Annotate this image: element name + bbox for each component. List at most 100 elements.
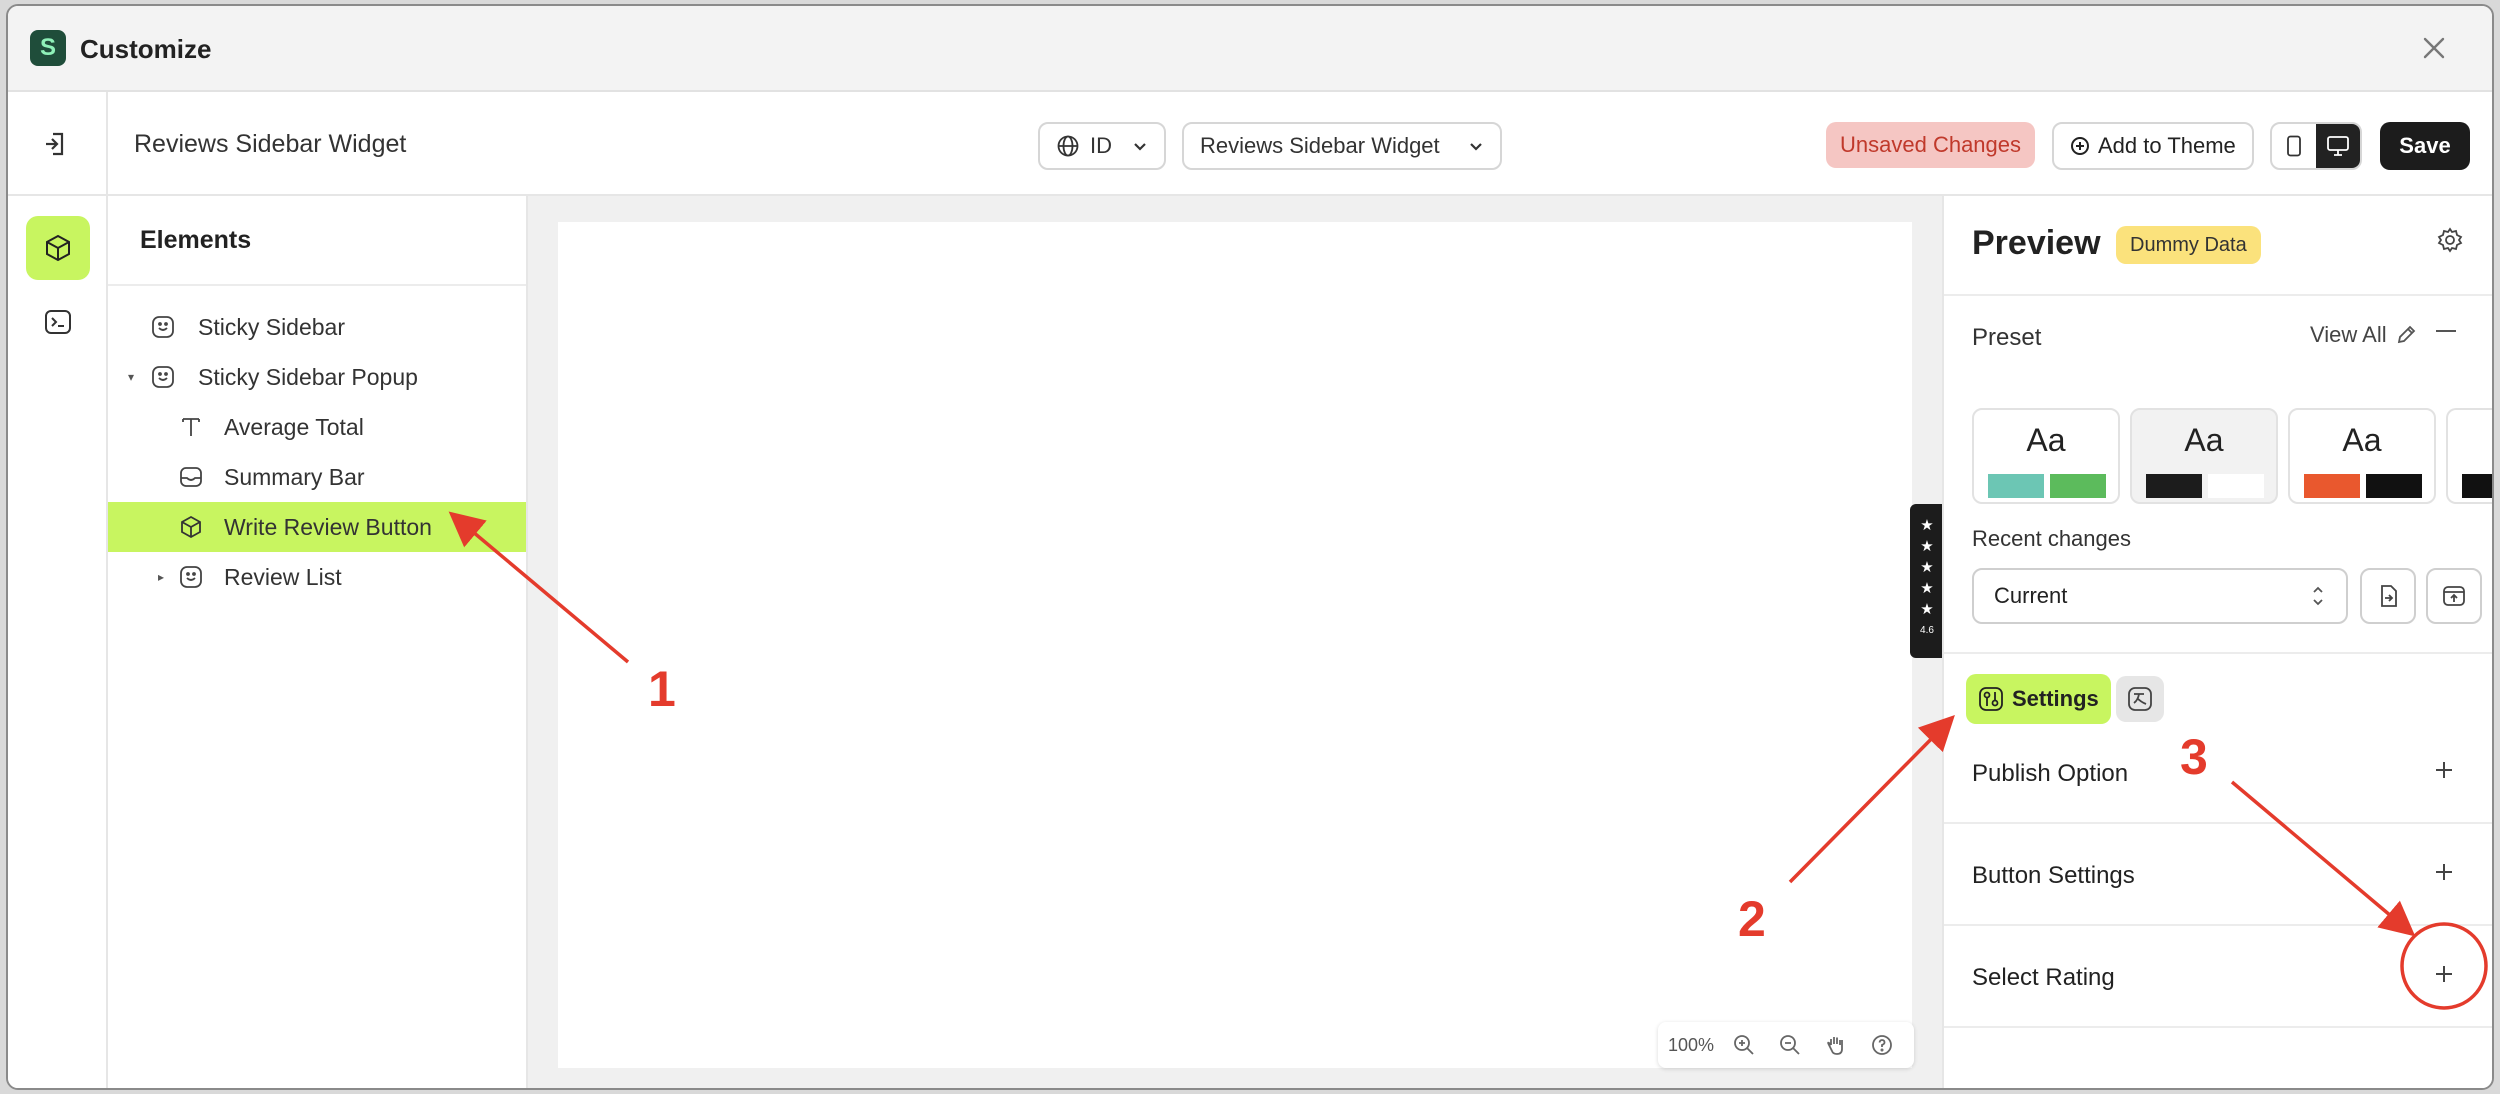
language-select[interactable]: ID <box>1038 122 1166 170</box>
recent-changes-value: Current <box>1994 583 2068 608</box>
dummy-data-badge: Dummy Data <box>2116 226 2261 264</box>
accordion-publish-option[interactable]: Publish Option <box>1944 724 2492 824</box>
tree-item-write-review-button[interactable]: Write Review Button <box>108 502 526 552</box>
preset-swatch <box>1988 474 2044 498</box>
rating-sidebar-tab[interactable]: ★ ★ ★ ★ ★ 4.6 <box>1910 504 1944 658</box>
tree-item-sticky-sidebar[interactable]: Sticky Sidebar <box>108 302 526 352</box>
help-icon[interactable] <box>1866 1029 1898 1061</box>
view-all-label: View All <box>2310 322 2387 347</box>
preset-swatch <box>2304 474 2360 498</box>
plus-icon[interactable] <box>2430 960 2458 988</box>
plus-circle-icon <box>2071 137 2089 155</box>
desktop-icon <box>2327 136 2349 156</box>
section-divider <box>1944 652 2492 654</box>
elements-header: Elements <box>108 196 526 286</box>
star-icon: ★ <box>1920 538 1934 555</box>
elements-rail-button[interactable] <box>26 216 90 280</box>
star-icon: ★ <box>1920 580 1934 597</box>
window-title: Customize <box>80 34 212 64</box>
preset-card[interactable]: Aa <box>2288 408 2436 504</box>
rating-score: 4.6 <box>1920 625 1934 636</box>
annotation-label: 1 <box>648 661 676 717</box>
left-rail <box>8 196 108 1088</box>
preset-card[interactable]: Aa <box>1972 408 2120 504</box>
preview-header: Preview Dummy Data <box>1944 196 2492 296</box>
accordion-select-rating[interactable]: Select Rating <box>1944 928 2492 1028</box>
settings-tab[interactable]: Settings <box>1966 674 2111 724</box>
translate-icon <box>2128 687 2152 711</box>
annotation-label: 3 <box>2180 729 2208 785</box>
zoom-level: 100% <box>1668 1034 1715 1055</box>
mobile-icon <box>2287 135 2301 157</box>
view-all-link[interactable]: View All <box>2310 322 2417 348</box>
app-logo-icon: S <box>30 30 66 66</box>
tree-item-label: Summary Bar <box>224 463 365 490</box>
language-value: ID <box>1090 133 1112 158</box>
collapse-minus-icon[interactable] <box>2436 330 2456 332</box>
tree-item-summary-bar[interactable]: Summary Bar <box>108 452 526 502</box>
file-import-icon <box>2381 585 2397 607</box>
mobile-view-button[interactable] <box>2272 124 2316 168</box>
cube-icon <box>178 514 204 540</box>
zoom-in-icon[interactable] <box>1728 1029 1760 1061</box>
canvas-area: ★ ★ ★ ★ ★ 4.6 100% <box>528 196 1944 1088</box>
plus-icon[interactable] <box>2430 858 2458 886</box>
star-icon: ★ <box>1920 559 1934 576</box>
recent-changes-select[interactable]: Current <box>1972 568 2348 624</box>
translate-tab[interactable] <box>2116 676 2164 722</box>
tree-item-label: Sticky Sidebar Popup <box>198 363 418 390</box>
accordion-label: Select Rating <box>1972 964 2115 991</box>
gear-icon[interactable] <box>2434 224 2466 256</box>
customize-window: S Customize Reviews Sidebar Widget ID Re… <box>6 4 2494 1090</box>
preset-swatch <box>2462 474 2492 498</box>
desktop-view-button[interactable] <box>2316 124 2360 168</box>
inbox-icon <box>178 464 204 490</box>
star-icon: ★ <box>1920 601 1934 618</box>
tree-item-label: Average Total <box>224 413 364 440</box>
code-rail-button[interactable] <box>26 290 90 354</box>
caret-right-icon[interactable]: ▸ <box>158 570 164 584</box>
preview-canvas[interactable]: ★ ★ ★ ★ ★ 4.6 100% <box>558 222 1944 1068</box>
tree-item-label: Sticky Sidebar <box>198 313 346 340</box>
chevron-up-down-icon <box>2313 586 2323 606</box>
chevron-down-icon <box>1134 143 1146 151</box>
accordion-button-settings[interactable]: Button Settings <box>1944 826 2492 926</box>
preview-panel: Preview Dummy Data Preset View All Aa Aa… <box>1942 196 2492 1088</box>
preview-title: Preview <box>1972 224 2101 262</box>
star-icon: ★ <box>1920 517 1934 534</box>
globe-icon <box>1057 135 1079 157</box>
elements-panel: Elements Sticky Sidebar ▾ Sticky Sidebar… <box>108 196 528 1088</box>
plus-icon[interactable] <box>2430 756 2458 784</box>
tree-item-average-total[interactable]: Average Total <box>108 402 526 452</box>
hand-icon[interactable] <box>1820 1029 1852 1061</box>
tree-item-review-list[interactable]: ▸ Review List <box>108 552 526 602</box>
close-icon[interactable] <box>2416 30 2452 66</box>
preset-sample: Aa <box>2342 422 2382 458</box>
exit-icon[interactable] <box>38 126 74 162</box>
caret-down-icon[interactable]: ▾ <box>128 370 134 384</box>
preset-card-selected[interactable]: Aa <box>2130 408 2278 504</box>
toolbar-divider <box>106 92 108 196</box>
save-button[interactable]: Save <box>2380 122 2470 170</box>
tree-item-sticky-sidebar-popup[interactable]: ▾ Sticky Sidebar Popup <box>108 352 526 402</box>
preset-card[interactable] <box>2446 408 2492 504</box>
import-button[interactable] <box>2360 568 2416 624</box>
sticker-icon <box>150 364 176 390</box>
preset-swatch <box>2366 474 2422 498</box>
edit-icon <box>2397 325 2415 344</box>
zoom-toolbar: 100% <box>1658 1022 1914 1068</box>
widget-select[interactable]: Reviews Sidebar Widget <box>1182 122 1502 170</box>
preset-swatch <box>2146 474 2202 498</box>
upload-icon <box>2443 586 2465 606</box>
preset-swatch <box>2208 474 2264 498</box>
sliders-icon <box>1979 687 2003 711</box>
add-to-theme-button[interactable]: Add to Theme <box>2052 122 2254 170</box>
zoom-out-icon[interactable] <box>1774 1029 1806 1061</box>
page-title: Reviews Sidebar Widget <box>134 130 407 158</box>
add-to-theme-label: Add to Theme <box>2098 133 2236 158</box>
tree-item-label: Review List <box>224 563 342 590</box>
accordion-label: Publish Option <box>1972 760 2129 787</box>
recent-changes-label: Recent changes <box>1972 526 2131 551</box>
preset-swatch <box>2050 474 2106 498</box>
export-button[interactable] <box>2426 568 2482 624</box>
